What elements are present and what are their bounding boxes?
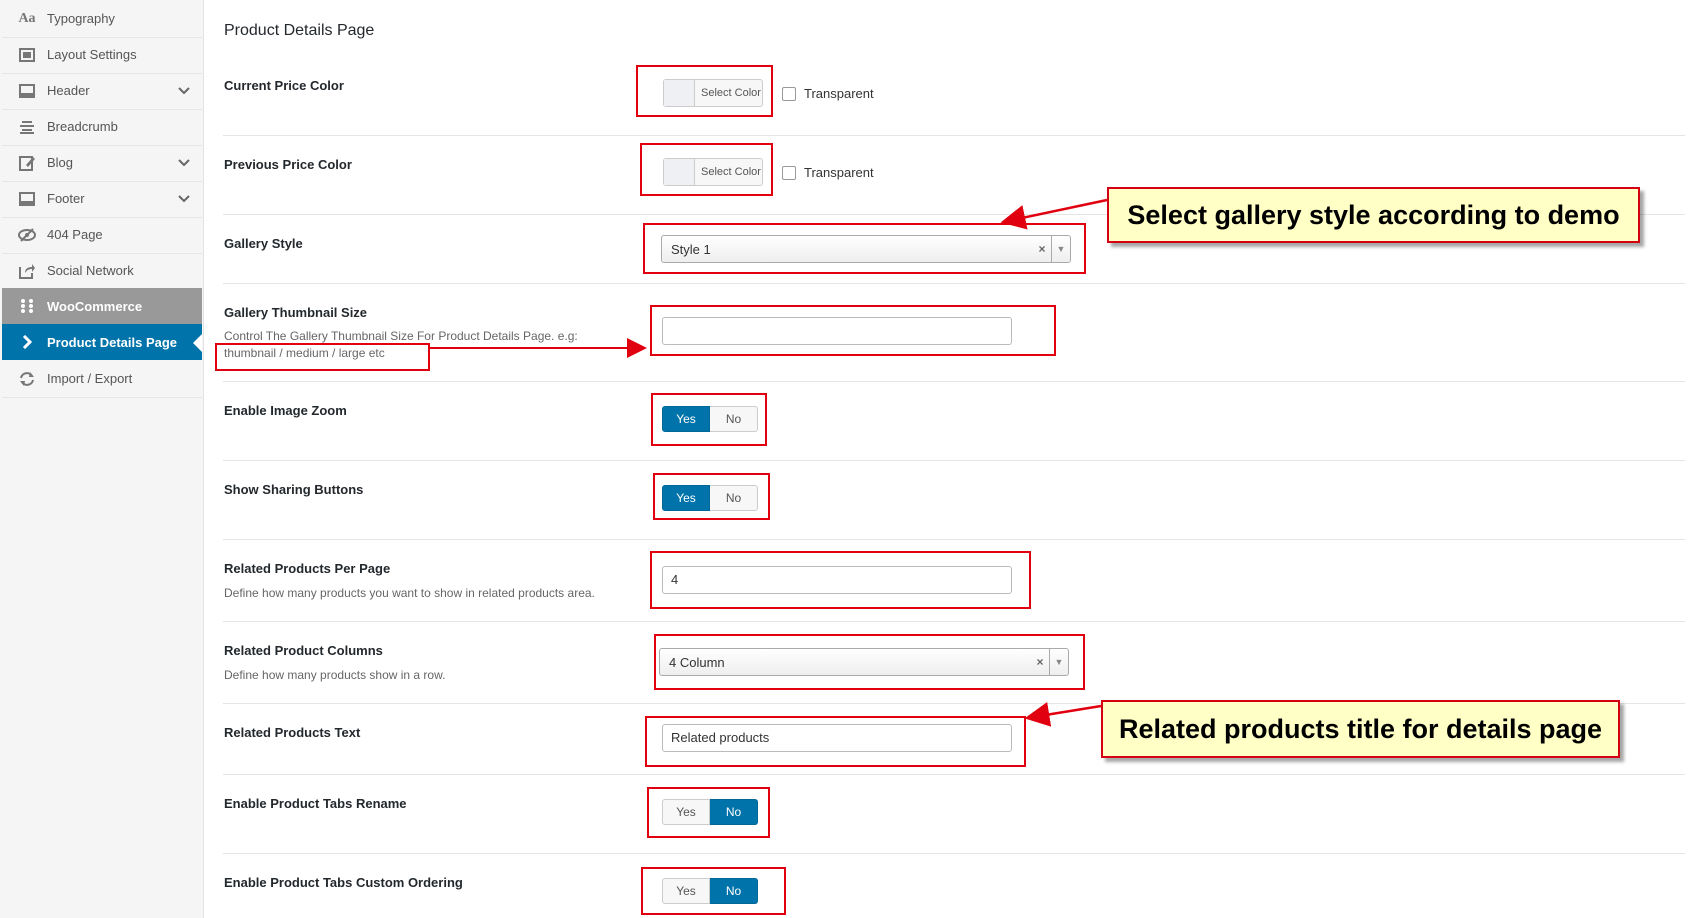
arrow-related-products-text	[1024, 702, 1102, 727]
arrow-gallery-style	[1000, 198, 1108, 230]
annotation-arrows	[430, 198, 1108, 727]
